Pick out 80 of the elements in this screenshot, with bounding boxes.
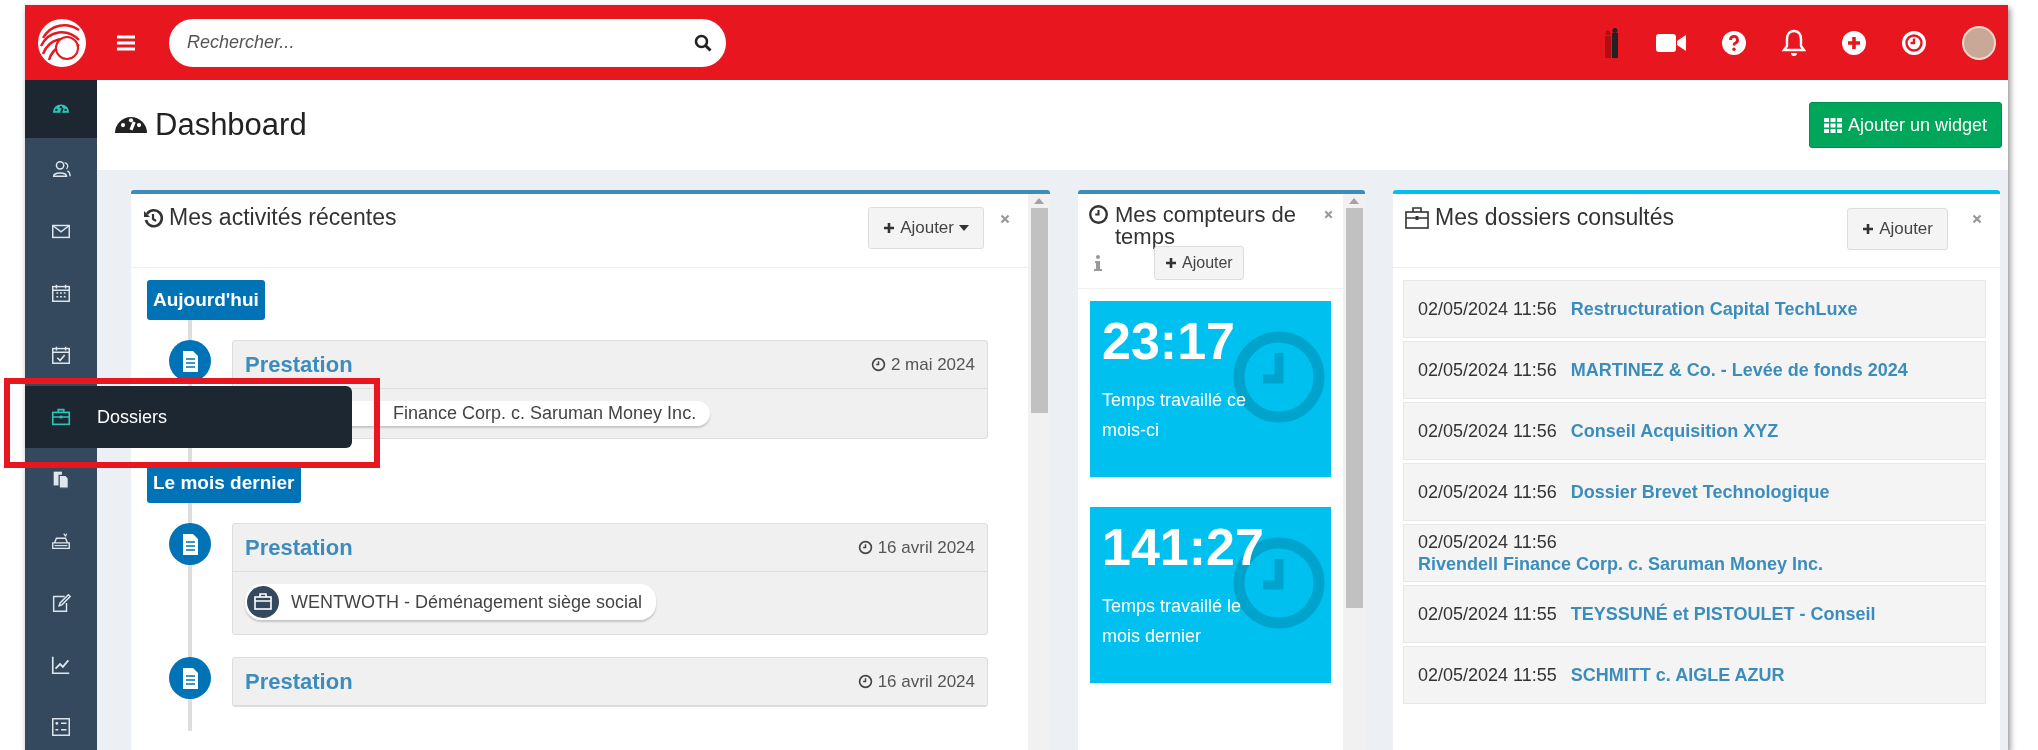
circle-logo	[37, 17, 87, 68]
close-icon[interactable]	[998, 212, 1012, 226]
line-chart-icon	[50, 654, 72, 676]
dossier-link[interactable]: SCHMITT c. AIGLE AZUR	[1570, 664, 1785, 686]
activity-title[interactable]: Prestation	[245, 668, 353, 695]
video-camera-icon[interactable]	[1656, 32, 1686, 53]
avatar[interactable]	[1962, 25, 1996, 60]
activity-card[interactable]: Prestation 16 avril 2024 WENTWOTH - Déménagement siège social	[232, 523, 988, 635]
viewed-date: 02/05/2024 11:55	[1418, 664, 1557, 686]
help-icon[interactable]	[1722, 30, 1746, 55]
gauge-icon	[115, 116, 147, 134]
grid-icon	[1823, 117, 1842, 133]
viewed-date: 02/05/2024 11:56	[1418, 298, 1557, 320]
bell-icon[interactable]	[1782, 28, 1806, 57]
clock-icon[interactable]	[1902, 30, 1926, 55]
calendar-icon	[50, 282, 72, 304]
people-icon	[50, 158, 72, 180]
activity-title[interactable]: Prestation	[245, 351, 353, 378]
scroll-up-arrow-icon[interactable]	[1034, 198, 1044, 204]
plus-icon	[883, 222, 896, 234]
scrollbar[interactable]	[1343, 194, 1365, 750]
clock-icon	[1088, 204, 1109, 225]
dossier-link[interactable]: Dossier Brevet Technologique	[1570, 481, 1830, 503]
dossier-tag[interactable]: WENTWOTH - Déménagement siège social	[245, 584, 657, 620]
calendar-check-icon	[50, 344, 72, 366]
viewed-date: 02/05/2024 11:56	[1418, 531, 1557, 553]
add-button[interactable]: Ajouter	[1847, 208, 1948, 250]
close-icon[interactable]	[1970, 212, 1984, 226]
figures-icon[interactable]	[1604, 27, 1620, 58]
clock-icon	[857, 674, 873, 689]
plus-icon	[1862, 223, 1875, 235]
dossier-link[interactable]: TEYSSUNÉ et PISTOULET - Conseil	[1570, 603, 1876, 625]
sidebar-item[interactable]	[25, 80, 97, 138]
panel-title: Mes dossiers consultés	[1435, 204, 1675, 231]
panel-title: Mes compteurs de temps	[1115, 204, 1297, 248]
scroll-up-arrow-icon[interactable]	[1349, 198, 1359, 204]
activity-date: 2 mai 2024	[890, 354, 975, 375]
scrollbar[interactable]	[1028, 194, 1050, 750]
dossier-link[interactable]: Conseil Acquisition XYZ	[1570, 420, 1779, 442]
period-label: Aujourd'hui	[147, 280, 265, 320]
add-icon[interactable]	[1842, 30, 1866, 55]
info-icon[interactable]	[1094, 255, 1102, 271]
activity-date: 16 avril 2024	[877, 671, 975, 692]
history-icon	[143, 207, 163, 228]
viewed-date: 02/05/2024 11:56	[1418, 359, 1557, 381]
page-title: Dashboard	[155, 107, 307, 143]
edit-icon	[50, 592, 72, 614]
viewed-date: 02/05/2024 11:55	[1418, 603, 1557, 625]
activity-card[interactable]: Prestation 2 mai 2024 Finance Corp. c. Saruman Money Inc.	[232, 340, 988, 439]
document-icon	[169, 657, 211, 699]
plus-icon	[1165, 257, 1177, 269]
dossier-link[interactable]: MARTINEZ & Co. - Levée de fonds 2024	[1570, 359, 1908, 381]
activity-date: 16 avril 2024	[877, 537, 975, 558]
briefcase-icon	[1405, 206, 1429, 229]
tooltip: Dossiers	[97, 386, 352, 448]
search-icon[interactable]	[694, 33, 712, 52]
activity-title[interactable]: Prestation	[245, 534, 353, 561]
viewed-date: 02/05/2024 11:56	[1418, 481, 1557, 503]
counter-label: Temps travaillé le mois dernier	[1102, 595, 1243, 648]
viewed-date: 02/05/2024 11:56	[1418, 420, 1557, 442]
clock-icon	[870, 357, 886, 372]
add-button[interactable]: Ajouter	[868, 207, 984, 249]
add-button[interactable]: Ajouter	[1154, 246, 1244, 280]
document-icon	[169, 523, 211, 565]
briefcase-icon	[247, 586, 279, 618]
add-widget-button[interactable]: Ajouter un widget	[1808, 102, 2002, 148]
counter-label: Temps travaillé ce mois-ci	[1102, 389, 1248, 442]
list-icon	[50, 716, 72, 738]
counter-value: 141:27	[1102, 517, 1265, 577]
panel-title: Mes activités récentes	[169, 204, 397, 231]
caret-icon	[959, 225, 969, 231]
search-field[interactable]: Rechercher...	[169, 18, 726, 67]
close-icon[interactable]	[1322, 208, 1335, 221]
menu-icon[interactable]	[117, 34, 135, 51]
briefcase-icon	[50, 406, 72, 428]
dossier-link[interactable]: Restructuration Capital TechLuxe	[1570, 298, 1858, 320]
counter-value: 23:17	[1102, 311, 1236, 371]
activity-card[interactable]: Prestation 16 avril 2024	[232, 657, 988, 707]
clock-icon	[857, 540, 873, 555]
dossier-link[interactable]: Rivendell Finance Corp. c. Saruman Money Inc.	[1418, 553, 1824, 575]
